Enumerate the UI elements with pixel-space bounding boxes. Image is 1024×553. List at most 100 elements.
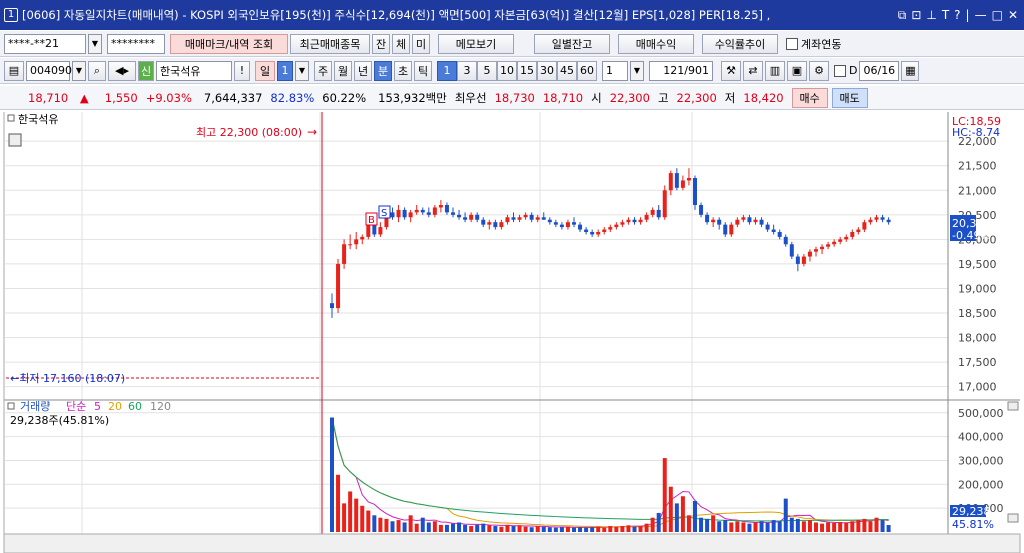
volume-bar[interactable] <box>765 522 770 532</box>
candle-body[interactable] <box>596 232 601 235</box>
candle-body[interactable] <box>348 244 353 246</box>
volume-bar[interactable] <box>723 520 728 532</box>
volume-bar[interactable] <box>662 458 667 532</box>
candle-body[interactable] <box>753 219 758 223</box>
candle-body[interactable] <box>705 214 710 223</box>
volume-bar[interactable] <box>656 512 661 532</box>
candle-body[interactable] <box>747 217 752 223</box>
interval-15-button[interactable]: 15 <box>517 60 537 81</box>
candle-body[interactable] <box>402 209 407 218</box>
candle-body[interactable] <box>584 229 589 232</box>
interval-1-button[interactable]: 1 <box>437 60 457 81</box>
candle-body[interactable] <box>396 209 401 218</box>
candle-body[interactable] <box>638 219 643 223</box>
balance-button[interactable]: 잔 <box>372 33 390 54</box>
candle-body[interactable] <box>602 229 607 232</box>
volume-bar[interactable] <box>644 523 649 532</box>
candle-body[interactable] <box>814 249 818 252</box>
candle-body[interactable] <box>572 222 576 225</box>
volume-bar[interactable] <box>578 527 583 532</box>
candle-body[interactable] <box>529 214 534 220</box>
daily-balance-button[interactable]: 일별잔고 <box>534 33 610 54</box>
volume-bar[interactable] <box>862 518 867 532</box>
volume-bar[interactable] <box>517 525 522 532</box>
recent-trades-button[interactable]: 최근매매종목 <box>290 33 370 54</box>
candle-body[interactable] <box>880 217 885 220</box>
volume-bar[interactable] <box>789 517 794 532</box>
candle-body[interactable] <box>559 224 564 228</box>
interval-30-button[interactable]: 30 <box>537 60 557 81</box>
candle-body[interactable] <box>481 219 486 225</box>
volume-bar[interactable] <box>505 524 510 532</box>
candle-body[interactable] <box>432 207 437 215</box>
volume-bar[interactable] <box>668 486 673 532</box>
volume-bar[interactable] <box>856 520 861 532</box>
candle-body[interactable] <box>735 219 740 225</box>
volume-bar[interactable] <box>771 520 776 532</box>
candle-body[interactable] <box>656 209 661 218</box>
candle-body[interactable] <box>862 222 867 230</box>
interval-60-button[interactable]: 60 <box>577 60 597 81</box>
volume-bar[interactable] <box>880 520 885 532</box>
candle-body[interactable] <box>487 222 492 225</box>
candle-body[interactable] <box>807 251 812 257</box>
period-day-count[interactable]: 1 <box>277 60 293 81</box>
volume-bar[interactable] <box>336 474 341 532</box>
volume-bar[interactable] <box>820 523 825 532</box>
candle-body[interactable] <box>856 229 861 232</box>
volume-bar[interactable] <box>547 527 552 532</box>
candle-body[interactable] <box>590 232 595 235</box>
candle-body[interactable] <box>608 227 613 230</box>
candle-body[interactable] <box>632 219 637 223</box>
volume-bar[interactable] <box>735 521 740 532</box>
grid-toggle-icon[interactable] <box>8 133 22 147</box>
tools-icon[interactable]: ⚒ <box>721 60 741 81</box>
candle-body[interactable] <box>693 178 697 205</box>
pin-icon[interactable]: ⊥ <box>926 8 936 23</box>
checkbox-icon[interactable] <box>834 64 846 77</box>
candle-body[interactable] <box>360 236 365 240</box>
candle-body[interactable] <box>444 205 449 213</box>
candle-body[interactable] <box>723 224 728 235</box>
layout-icon[interactable]: ▤ <box>4 60 24 81</box>
volume-bar[interactable] <box>475 524 480 532</box>
save-icon[interactable]: ▣ <box>787 60 807 81</box>
candle-body[interactable] <box>547 219 552 223</box>
volume-bar[interactable] <box>378 517 383 532</box>
volume-bar[interactable] <box>402 522 407 532</box>
minimize-icon[interactable]: — <box>975 8 987 23</box>
volume-bar[interactable] <box>620 526 625 532</box>
volume-bar[interactable] <box>632 526 637 532</box>
candle-body[interactable] <box>771 229 776 232</box>
candle-body[interactable] <box>414 209 419 213</box>
candle-body[interactable] <box>438 205 443 208</box>
volume-bar[interactable] <box>342 503 347 532</box>
candle-body[interactable] <box>493 222 498 228</box>
volume-bar[interactable] <box>759 521 764 532</box>
period-tick-button[interactable]: 틱 <box>414 60 432 81</box>
candle-body[interactable] <box>451 212 455 215</box>
maximize-icon[interactable]: □ <box>992 8 1003 23</box>
volume-bar[interactable] <box>783 498 788 532</box>
volume-bar[interactable] <box>874 517 879 532</box>
restore-icon[interactable]: ⊡ <box>911 8 921 23</box>
volume-bar[interactable] <box>838 521 843 532</box>
volume-bar[interactable] <box>553 527 558 532</box>
volume-bar[interactable] <box>674 503 679 532</box>
volume-bar[interactable] <box>354 498 359 532</box>
password-input[interactable]: ******** <box>107 33 165 54</box>
interval-10-button[interactable]: 10 <box>497 60 517 81</box>
candle-count-field[interactable]: 121/901 <box>649 60 713 81</box>
candle-body[interactable] <box>668 173 673 191</box>
period-minute-button[interactable]: 분 <box>374 60 392 81</box>
help-icon[interactable]: ? <box>954 8 960 23</box>
chart-icon[interactable]: ▥ <box>765 60 785 81</box>
sound-icon[interactable]: ◀▸ <box>108 60 136 81</box>
price-chart-svg[interactable]: 22,00021,50021,00020,50020,00019,50019,0… <box>0 112 1024 553</box>
volume-bar[interactable] <box>596 526 601 532</box>
link-icon[interactable]: ⧉ <box>898 8 907 23</box>
search-icon[interactable]: ⌕ <box>88 60 106 81</box>
candle-body[interactable] <box>674 173 679 188</box>
volume-bar[interactable] <box>444 524 449 532</box>
volume-bar[interactable] <box>451 523 455 532</box>
